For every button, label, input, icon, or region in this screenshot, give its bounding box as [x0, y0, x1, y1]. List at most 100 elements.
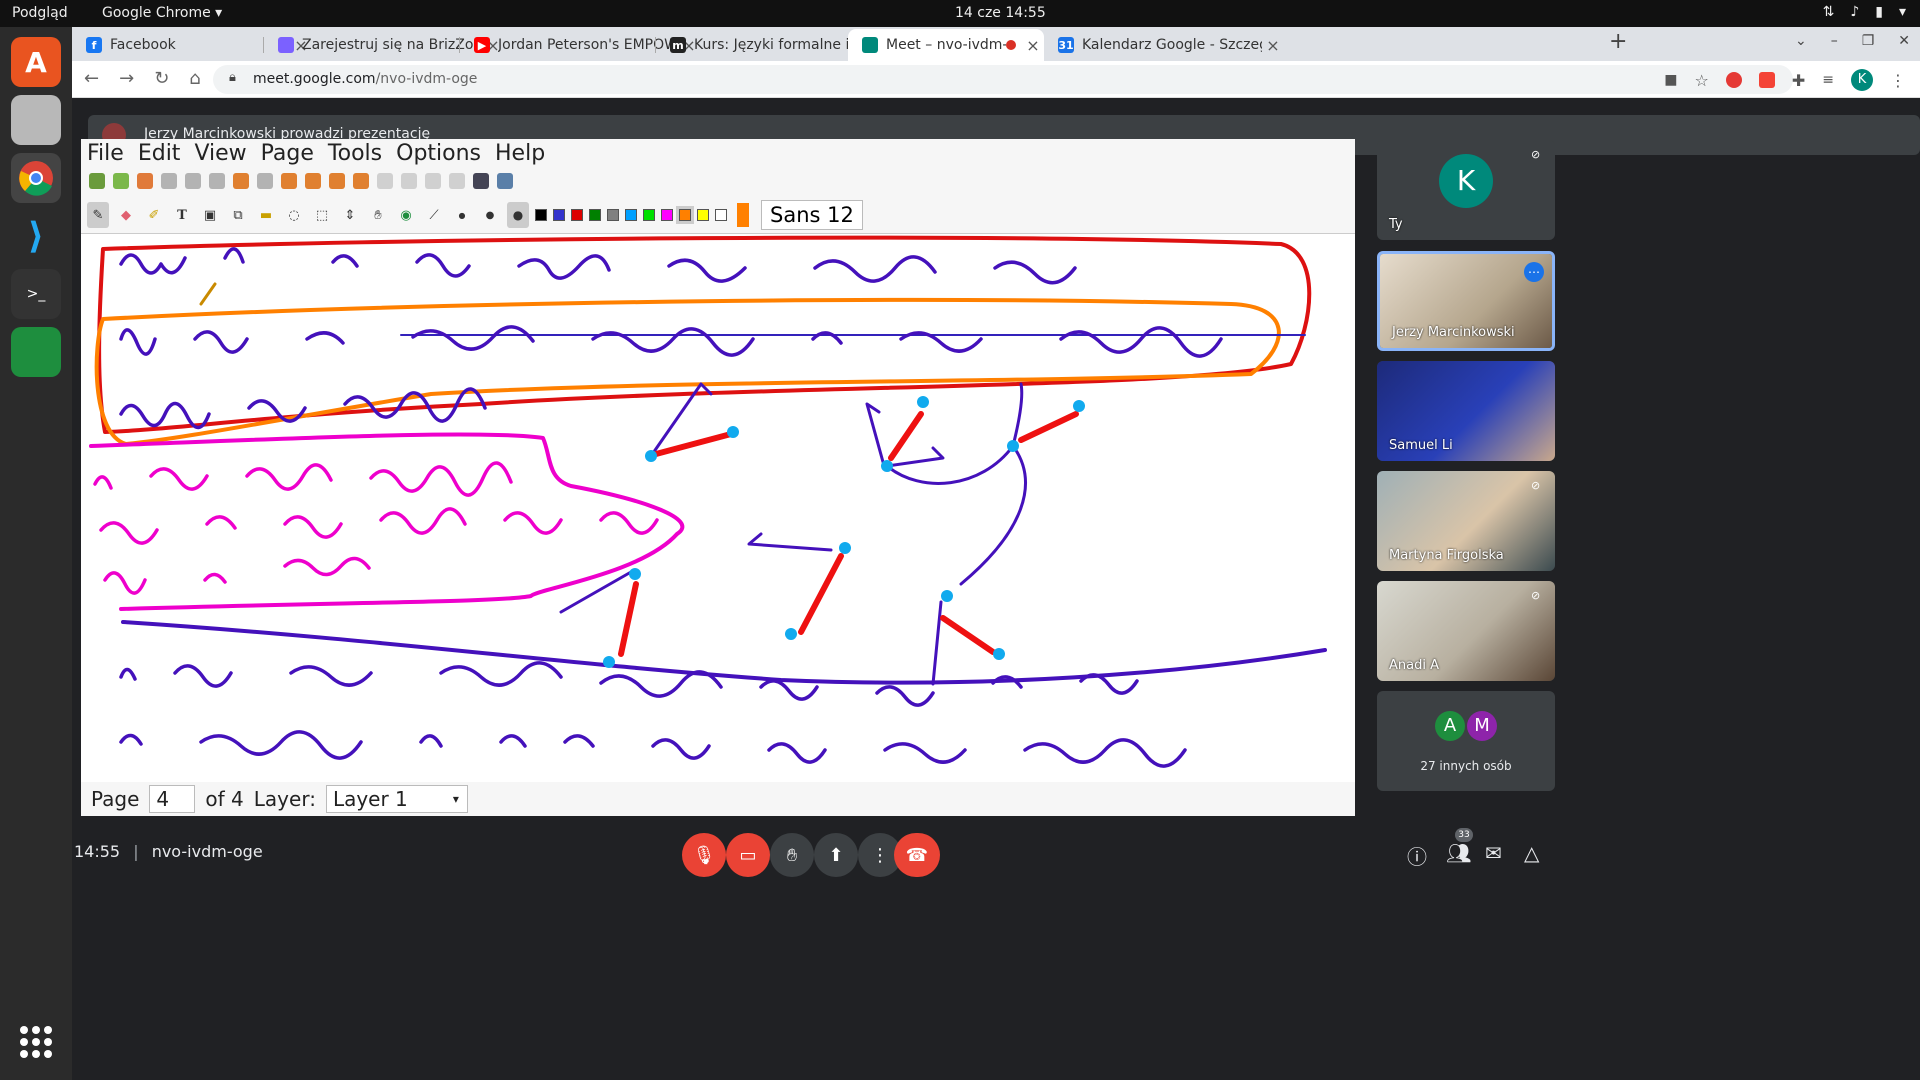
color-blue[interactable] [553, 209, 565, 221]
search-icon[interactable] [473, 173, 489, 189]
maximize-icon[interactable]: ❐ [1862, 33, 1875, 49]
bookmark-star-icon[interactable]: ☆ [1695, 71, 1709, 90]
menu-page[interactable]: Page [261, 141, 314, 169]
close-tab-icon[interactable]: × [1262, 36, 1284, 55]
first-page-icon[interactable] [281, 173, 297, 189]
leave-call-button[interactable]: ☎︎ [894, 833, 940, 877]
show-apps-icon[interactable] [20, 1026, 52, 1058]
activities-icon[interactable]: △ [1524, 841, 1539, 865]
back-icon[interactable]: ← [84, 68, 99, 89]
more-options-icon[interactable]: ⋯ [1524, 262, 1544, 282]
zoom-in-icon[interactable] [449, 173, 465, 189]
layer-select[interactable]: Layer 1 ▾ [325, 785, 468, 813]
drawing-canvas[interactable] [81, 234, 1355, 782]
highlighter-tool-icon[interactable]: ✐ [143, 202, 165, 228]
vscode-icon[interactable]: ⟩ [11, 211, 61, 261]
extensions-puzzle-icon[interactable]: ✚ [1792, 71, 1805, 90]
chrome-icon[interactable] [11, 153, 61, 203]
shape-recognizer-icon[interactable]: ◉ [395, 202, 417, 228]
power-menu-icon[interactable]: ▾ [1899, 4, 1906, 20]
chat-icon[interactable]: ✉ [1485, 841, 1502, 865]
mic-toggle-button[interactable]: 🎙︎ [682, 833, 726, 877]
text-tool-icon[interactable]: T [171, 202, 193, 228]
paste-icon[interactable] [209, 173, 225, 189]
color-white[interactable] [715, 209, 727, 221]
last-page-icon[interactable] [353, 173, 369, 189]
redo-icon[interactable] [257, 173, 273, 189]
camera-toggle-button[interactable]: ▭ [726, 833, 770, 877]
vertical-space-icon[interactable]: ⇕ [339, 202, 361, 228]
terminal-icon[interactable]: >_ [11, 269, 61, 319]
menu-tools[interactable]: Tools [328, 141, 382, 169]
menu-view[interactable]: View [194, 141, 246, 169]
new-tab-button[interactable]: + [1609, 29, 1627, 54]
home-icon[interactable]: ⌂ [189, 68, 200, 89]
close-window-icon[interactable]: ✕ [1898, 33, 1910, 49]
extension-red-icon[interactable] [1725, 72, 1742, 88]
fullscreen-icon[interactable] [497, 173, 513, 189]
participant-tile-self[interactable]: K ⊘ Ty [1377, 140, 1555, 240]
zoom-100-icon[interactable] [401, 173, 417, 189]
profile-avatar[interactable]: K [1851, 69, 1873, 91]
color-yellow[interactable] [697, 209, 709, 221]
others-tile[interactable]: A M 27 innych osób [1377, 691, 1555, 791]
next-page-icon[interactable] [329, 173, 345, 189]
color-orange[interactable] [676, 206, 694, 224]
people-icon[interactable]: 👥︎ [1446, 841, 1471, 865]
extension-shield-icon[interactable] [1758, 72, 1775, 88]
lasso-select-icon[interactable]: ◌ [283, 202, 305, 228]
meeting-details-icon[interactable]: ⓘ [1407, 841, 1427, 870]
tab-search-icon[interactable]: ⌄ [1795, 33, 1807, 49]
ruler-pen-icon[interactable]: ⟋ [423, 202, 445, 228]
participant-tile[interactable]: Samuel Li [1377, 361, 1555, 461]
open-icon[interactable] [137, 173, 153, 189]
address-bar[interactable]: 🔒︎ meet.google.com/nvo-ivdm-oge [213, 65, 1793, 94]
raise-hand-button[interactable]: ✋︎ [770, 833, 814, 877]
hand-tool-icon[interactable]: ✋︎ [367, 202, 389, 228]
thin-pen-icon[interactable]: ● [451, 202, 473, 228]
camera-icon[interactable]: ■ [1664, 72, 1677, 88]
spreadsheet-icon[interactable] [11, 327, 61, 377]
system-tray[interactable]: ⇅ ♪ ▮ ▾ [1823, 4, 1906, 20]
color-black[interactable] [535, 209, 547, 221]
pen-tool-icon[interactable]: ✎ [87, 202, 109, 228]
software-center-icon[interactable]: A [11, 37, 61, 87]
zoom-out-icon[interactable] [377, 173, 393, 189]
media-control-icon[interactable]: ≡ [1822, 72, 1834, 88]
color-magenta[interactable] [661, 209, 673, 221]
participant-tile[interactable]: ⊘ Anadi A [1377, 581, 1555, 681]
menu-options[interactable]: Options [396, 141, 481, 169]
menu-edit[interactable]: Edit [138, 141, 181, 169]
cut-icon[interactable] [161, 173, 177, 189]
color-light-blue[interactable] [625, 209, 637, 221]
activities-button[interactable]: Podgląd [12, 5, 68, 21]
current-color-indicator[interactable] [737, 203, 749, 227]
image-tool-icon[interactable]: ▣ [199, 202, 221, 228]
select-rect-icon[interactable]: ⬚ [311, 202, 333, 228]
color-red[interactable] [571, 209, 583, 221]
medium-pen-icon[interactable]: ● [479, 202, 501, 228]
color-gray[interactable] [607, 209, 619, 221]
forward-icon[interactable]: → [119, 68, 134, 89]
save-icon[interactable] [89, 173, 105, 189]
reload-icon[interactable]: ↻ [154, 68, 169, 89]
undo-icon[interactable] [233, 173, 249, 189]
select-region-icon[interactable]: ⧉ [227, 202, 249, 228]
new-page-icon[interactable] [113, 173, 129, 189]
os-clock[interactable]: 14 cze 14:55 [955, 5, 1046, 21]
zoom-fit-icon[interactable] [425, 173, 441, 189]
files-icon[interactable] [11, 95, 61, 145]
ruler-icon[interactable]: ▬ [255, 202, 277, 228]
thick-pen-icon[interactable]: ● [507, 202, 529, 228]
menu-help[interactable]: Help [495, 141, 545, 169]
tab-calendar[interactable]: 31 Kalendarz Google - Szczeg × [1044, 29, 1284, 61]
color-green[interactable] [589, 209, 601, 221]
app-menu[interactable]: Google Chrome ▾ [102, 5, 222, 21]
menu-file[interactable]: File [87, 141, 124, 169]
participant-tile-presenter[interactable]: ⋯ Jerzy Marcinkowski [1377, 251, 1555, 351]
participant-tile[interactable]: ⊘ Martyna Firgolska [1377, 471, 1555, 571]
previous-page-icon[interactable] [305, 173, 321, 189]
color-light-green[interactable] [643, 209, 655, 221]
eraser-tool-icon[interactable]: ◆ [115, 202, 137, 228]
copy-icon[interactable] [185, 173, 201, 189]
